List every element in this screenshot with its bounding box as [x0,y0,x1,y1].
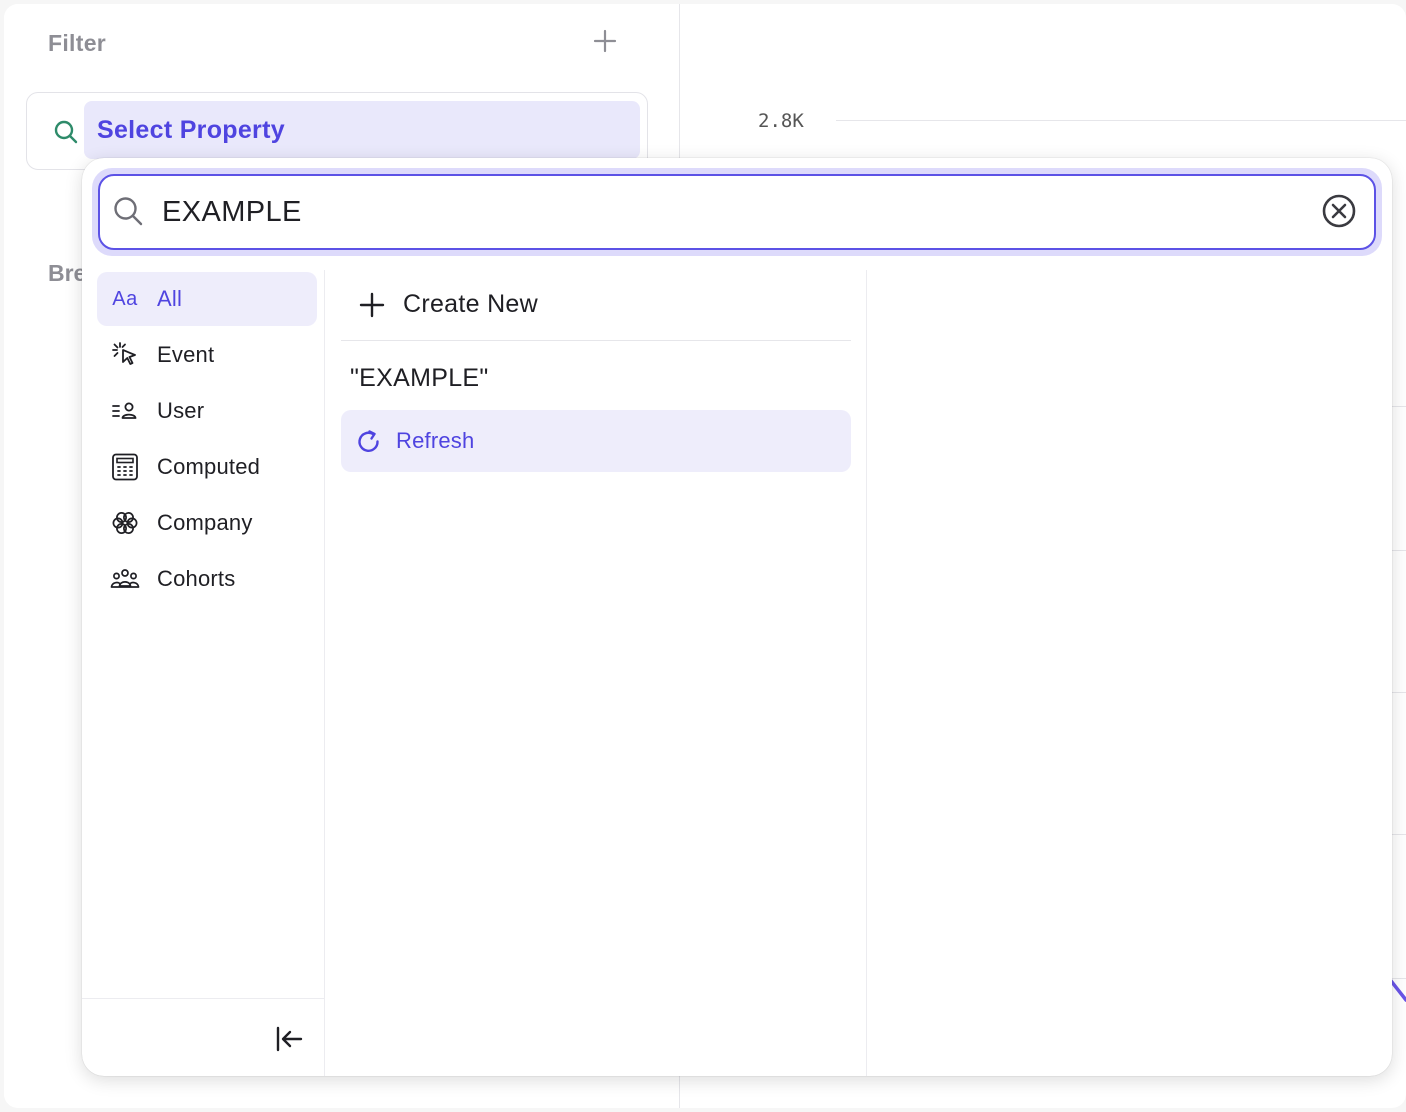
create-new-label: Create New [403,290,538,318]
category-label: All [157,286,183,311]
flower-icon [112,512,138,534]
select-property-button[interactable]: Select Property [84,101,640,159]
create-new-button[interactable]: Create New [341,278,851,330]
category-all[interactable]: Aa All [97,272,317,326]
results-list: Create New "EXAMPLE" Refresh [325,270,867,1076]
category-label: Cohorts [157,566,236,591]
select-property-label: Select Property [97,115,285,144]
property-detail-pane [867,270,1392,1076]
search-query-heading: "EXAMPLE" [350,364,489,392]
collapse-left-icon[interactable] [272,1022,306,1056]
category-computed[interactable]: Computed [97,440,317,494]
category-cohorts[interactable]: Cohorts [97,552,317,606]
refresh-label: Refresh [396,428,475,453]
cursor-click-icon [112,342,136,365]
refresh-button[interactable]: Refresh [341,410,851,472]
refresh-icon [358,430,379,452]
search-icon [114,197,143,226]
gridline [836,120,1406,121]
category-label: Event [157,342,215,367]
breakdown-section-title: Bre [48,260,87,286]
clear-circle-icon[interactable] [1321,193,1357,229]
search-input[interactable] [162,184,1302,240]
results-divider [341,340,851,341]
category-label: User [157,398,205,423]
category-sidebar: Aa All Event User Computed Company Cohor… [82,270,325,1076]
plus-icon[interactable] [592,28,618,54]
group-icon [110,569,140,588]
user-list-icon [112,402,137,419]
category-label: Company [157,510,253,535]
category-label: Computed [157,454,261,479]
search-box [98,174,1376,250]
category-event[interactable]: Event [97,328,317,382]
property-picker-popup: Aa All Event User Comp [82,158,1392,1076]
plus-icon [359,292,385,318]
y-axis-tick-label: 2.8K [758,110,804,132]
aa-text-icon: Aa [112,287,138,310]
sidebar-divider [82,998,325,999]
search-icon [54,120,78,144]
filter-section-title: Filter [48,30,107,56]
calculator-icon [112,453,138,481]
category-company[interactable]: Company [97,496,317,550]
category-user[interactable]: User [97,384,317,438]
